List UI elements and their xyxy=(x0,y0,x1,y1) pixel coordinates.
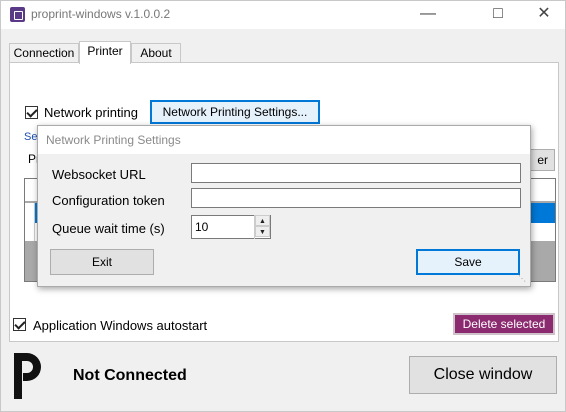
close-window-button[interactable]: Close window xyxy=(409,356,557,394)
tab-printer[interactable]: Printer xyxy=(79,41,131,64)
main-window: proprint-windows v.1.0.0.2 — □ ✕ Connect… xyxy=(0,0,566,412)
resize-grip-icon[interactable]: ⋱ xyxy=(518,274,528,284)
network-printing-label: Network printing xyxy=(44,105,138,120)
minimize-icon: — xyxy=(420,5,436,22)
websocket-url-label: Websocket URL xyxy=(52,167,146,182)
network-settings-dialog: Network Printing Settings Websocket URL … xyxy=(37,125,531,287)
proprint-logo-icon xyxy=(14,353,41,399)
printer-list-row-header xyxy=(25,203,35,241)
connection-status: Not Connected xyxy=(73,367,187,384)
queue-wait-time-stepper[interactable]: ▲ ▼ xyxy=(254,215,270,239)
configuration-token-label: Configuration token xyxy=(52,193,165,208)
spin-down-icon[interactable]: ▼ xyxy=(255,226,270,237)
queue-wait-time-label: Queue wait time (s) xyxy=(52,221,165,236)
close-window-x-button[interactable]: ✕ xyxy=(521,1,566,29)
configuration-token-input[interactable] xyxy=(191,188,521,208)
tab-about[interactable]: About xyxy=(131,43,181,63)
exit-button[interactable]: Exit xyxy=(50,249,154,275)
maximize-icon: □ xyxy=(493,5,503,22)
delete-selected-button[interactable]: Delete selected xyxy=(453,313,555,335)
maximize-button[interactable]: □ xyxy=(475,1,521,29)
tab-connection[interactable]: Connection xyxy=(9,43,79,63)
spin-up-icon[interactable]: ▲ xyxy=(255,215,270,226)
dialog-title: Network Printing Settings xyxy=(38,126,530,154)
minimize-button[interactable]: — xyxy=(405,1,451,29)
autostart-checkbox[interactable] xyxy=(13,318,26,331)
network-printing-checkbox[interactable] xyxy=(25,106,38,119)
autostart-label: Application Windows autostart xyxy=(33,318,208,333)
network-printing-settings-button[interactable]: Network Printing Settings... xyxy=(150,100,320,124)
close-icon: ✕ xyxy=(537,5,551,22)
websocket-url-input[interactable] xyxy=(191,163,521,183)
window-title: proprint-windows v.1.0.0.2 xyxy=(31,7,171,21)
save-button[interactable]: Save xyxy=(416,249,520,275)
app-icon xyxy=(10,7,25,22)
title-bar: proprint-windows v.1.0.0.2 — □ ✕ xyxy=(1,1,565,29)
